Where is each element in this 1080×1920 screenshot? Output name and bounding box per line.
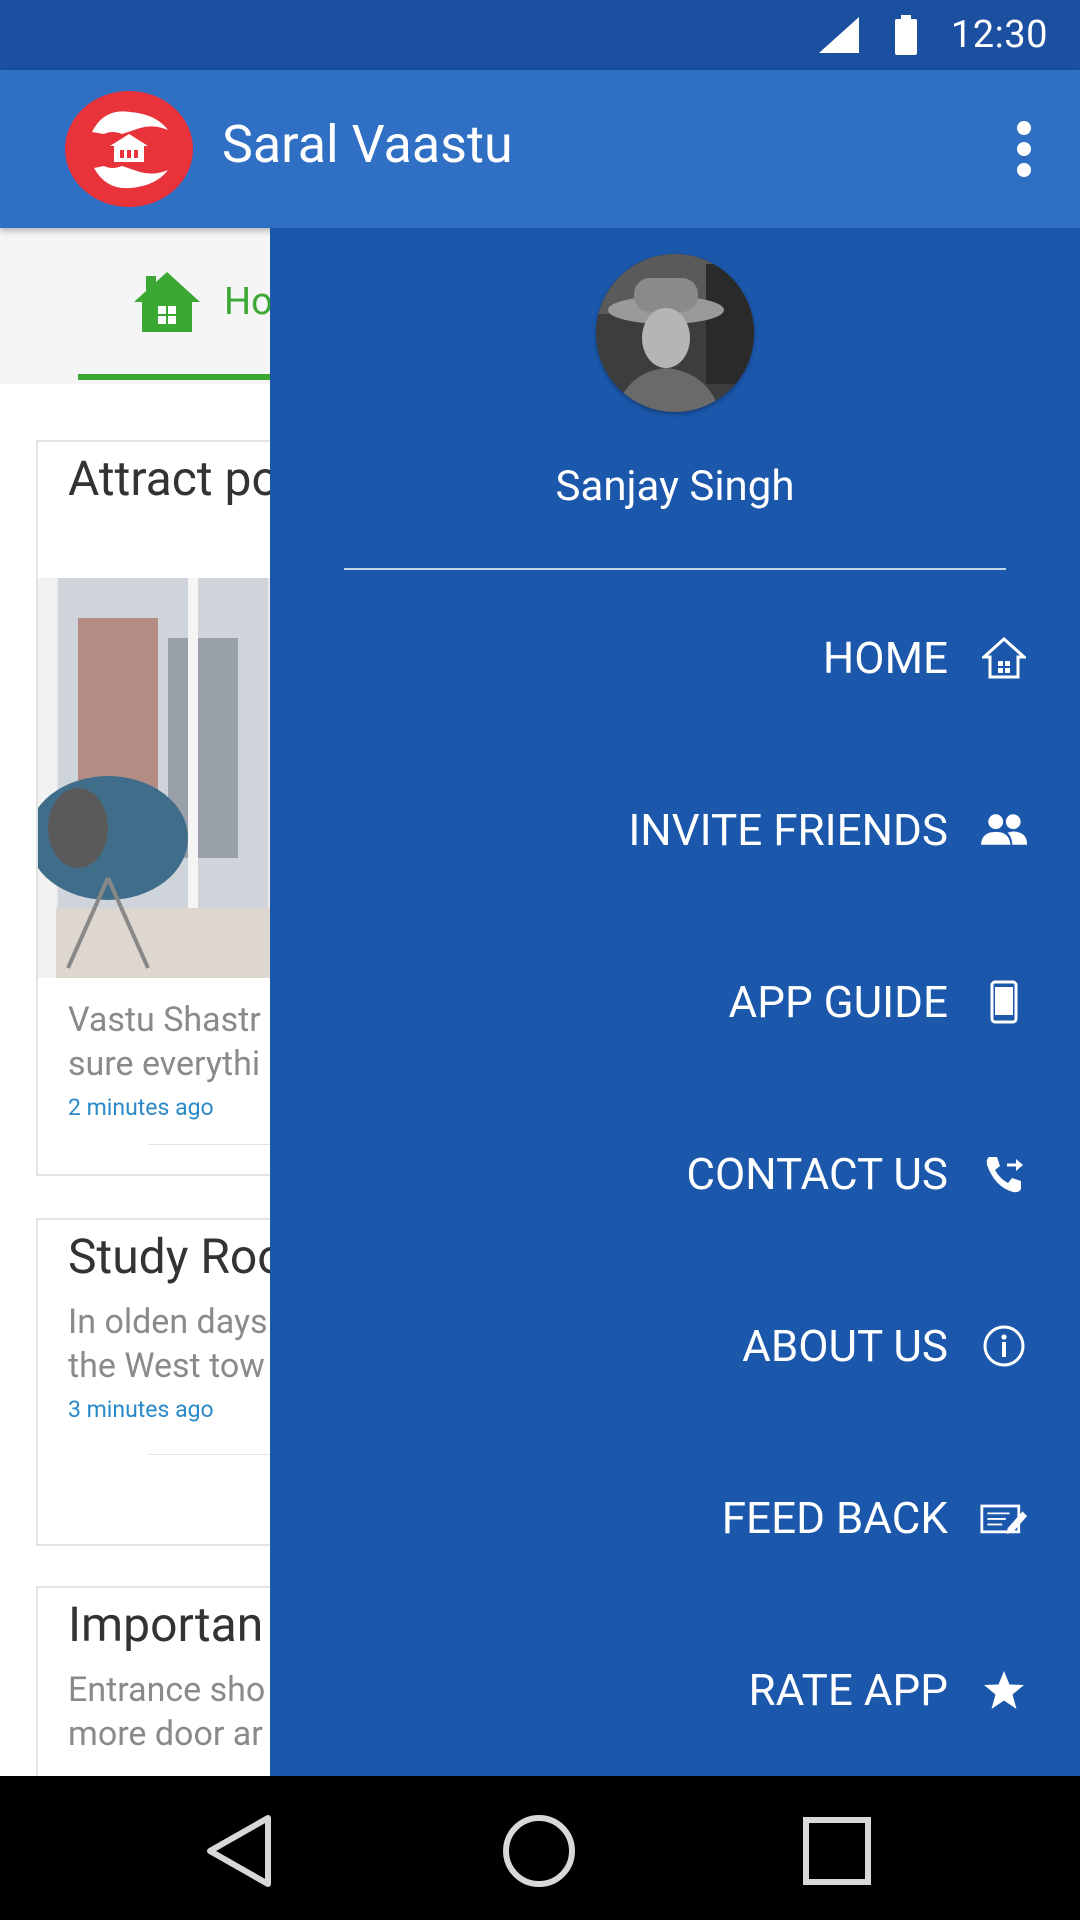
status-bar: 12:30 — [0, 0, 1080, 70]
card-title: Importan — [68, 1596, 264, 1653]
drawer-item-label: INVITE FRIENDS — [628, 804, 948, 856]
avatar[interactable] — [596, 254, 754, 412]
card-title: Study Roo — [68, 1228, 285, 1285]
drawer-item-label: APP GUIDE — [728, 976, 948, 1028]
drawer-item-home[interactable]: HOME — [270, 603, 1080, 713]
card-desc-line2: the West tow — [68, 1346, 265, 1386]
battery-icon — [894, 15, 917, 55]
drawer-divider — [344, 568, 1006, 570]
drawer-item-rate-app[interactable]: RATE APP — [270, 1635, 1080, 1745]
drawer-item-label: ABOUT US — [742, 1320, 948, 1372]
card-desc-line1: Entrance sho — [68, 1670, 266, 1710]
screen: 12:30 Saral Vaastu Ho Attract po Vastu S… — [0, 0, 1080, 1920]
call-forward-icon — [980, 1150, 1028, 1198]
status-time: 12:30 — [950, 13, 1048, 57]
card-desc-line2: sure everythi — [68, 1044, 261, 1084]
back-icon[interactable] — [196, 1806, 286, 1896]
star-icon — [980, 1666, 1028, 1714]
card-title: Attract po — [68, 450, 279, 507]
drawer-item-app-guide[interactable]: APP GUIDE — [270, 947, 1080, 1057]
card-desc-line2: more door ar — [68, 1714, 263, 1754]
cell-signal-icon — [818, 17, 859, 53]
tab-home-label: Ho — [224, 280, 273, 324]
drawer-item-label: HOME — [822, 632, 948, 684]
more-vert-icon[interactable] — [1016, 120, 1032, 178]
people-icon — [980, 806, 1028, 854]
info-icon — [980, 1322, 1028, 1370]
drawer-item-label: RATE APP — [748, 1664, 948, 1716]
app-title: Saral Vaastu — [222, 114, 513, 175]
home-icon — [134, 272, 200, 332]
drawer-item-label: CONTACT US — [686, 1148, 948, 1200]
phone-icon — [980, 978, 1028, 1026]
drawer-item-about-us[interactable]: ABOUT US — [270, 1291, 1080, 1401]
recents-icon[interactable] — [792, 1806, 882, 1896]
app-bar: Saral Vaastu — [0, 70, 1080, 228]
saral-vaastu-logo — [65, 91, 193, 207]
drawer-item-label: FEED BACK — [721, 1492, 948, 1544]
drawer-item-invite-friends[interactable]: INVITE FRIENDS — [270, 775, 1080, 885]
drawer-item-contact-us[interactable]: CONTACT US — [270, 1119, 1080, 1229]
drawer-item-feed-back[interactable]: FEED BACK — [270, 1463, 1080, 1573]
card-time: 2 minutes ago — [68, 1094, 214, 1121]
home-circle-icon[interactable] — [494, 1806, 584, 1896]
user-name: Sanjay Singh — [555, 462, 795, 511]
card-desc-line1: Vastu Shastr — [68, 1000, 261, 1040]
card-desc-line1: In olden days — [68, 1302, 268, 1342]
system-nav-bar — [0, 1776, 1080, 1920]
card-time: 3 minutes ago — [68, 1396, 214, 1423]
navigation-drawer: Sanjay Singh HOME INVITE FRIENDS APP GUI… — [270, 228, 1080, 1776]
home-icon — [980, 634, 1028, 682]
feedback-icon — [980, 1494, 1028, 1542]
